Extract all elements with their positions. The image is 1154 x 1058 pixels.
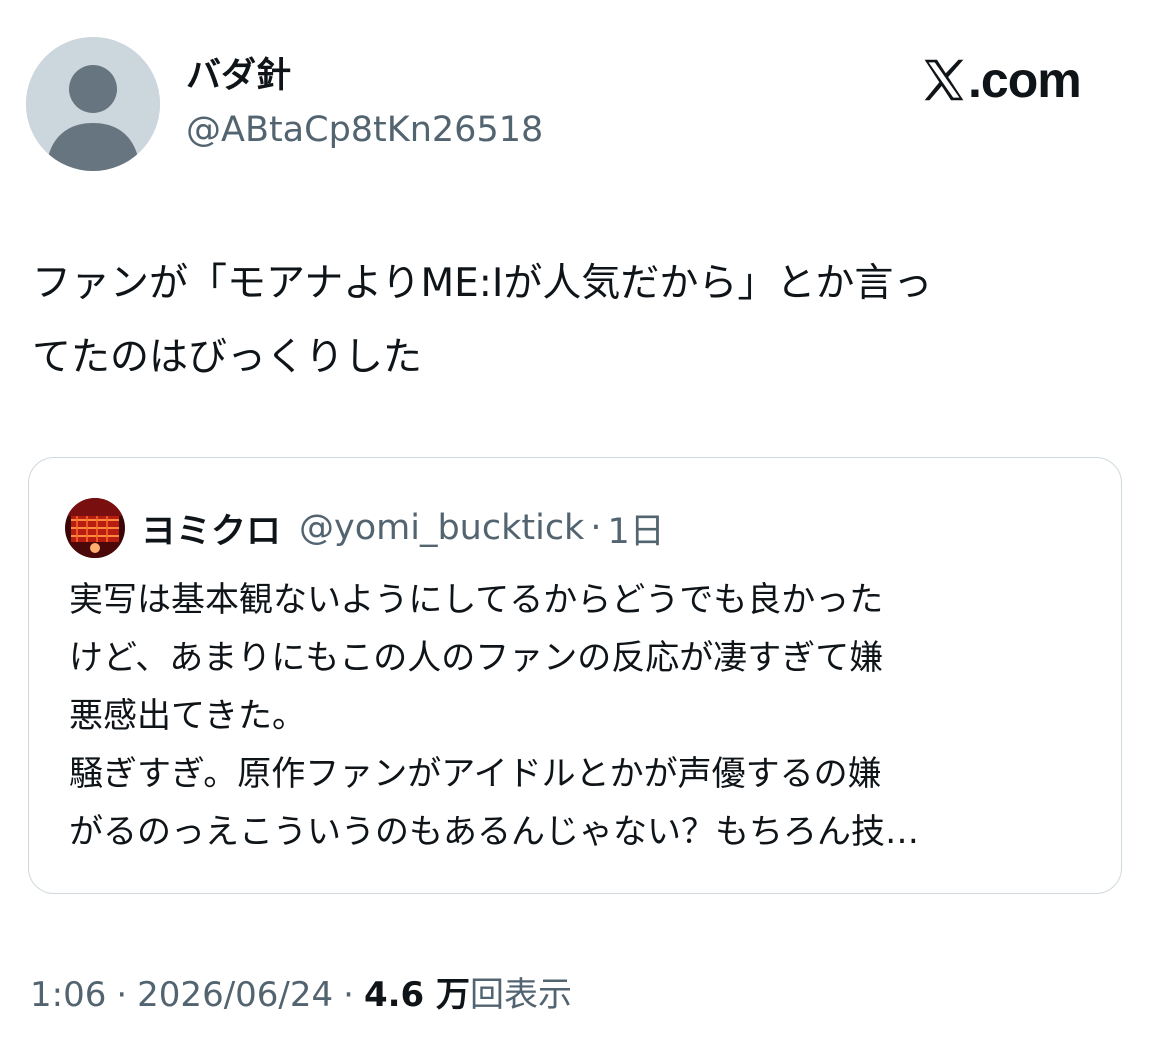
brand-watermark: .com [922,52,1122,108]
tweet-date[interactable]: 2026/06/24 [137,975,333,1015]
quoted-text: 実写は基本観ないようにしてるからどうでも良かった けど、あまりにもこの人のファン… [69,580,919,852]
views-label: 回表示 [470,975,573,1015]
author-avatar[interactable] [26,37,160,171]
quoted-avatar-image [65,498,125,558]
quoted-tweet[interactable]: ヨミクロ @yomi_bucktick · 1日 実写は基本観ないようにしてるか… [28,457,1122,894]
default-profile-icon [26,37,160,171]
quoted-header: ヨミクロ @yomi_bucktick · 1日 [141,502,665,554]
quoted-timestamp[interactable]: 1日 [607,503,664,554]
x-logo-icon [924,59,964,101]
meta-separator: · [343,975,354,1015]
meta-separator: · [116,975,128,1015]
views-count: 4.6 万 [363,975,471,1015]
tweet-meta: 1:06 · 2026/06/24 · 4.6 万回表示 [30,970,572,1020]
author-handle[interactable]: @ABtaCp8tKn26518 [186,106,543,154]
tweet-time[interactable]: 1:06 [30,975,106,1015]
quoted-handle[interactable]: @yomi_bucktick [299,508,584,548]
brand-text: .com [968,52,1082,108]
quoted-display-name[interactable]: ヨミクロ [141,503,281,554]
tweet-text: ファンが「モアナよりME:Iが人気だから」とか言っ てたのはびっくりした [32,261,933,380]
author-display-name[interactable]: バダ針 [186,52,291,100]
quoted-separator: · [590,508,602,548]
quoted-author-avatar[interactable] [65,498,125,558]
tweet-card: バダ針 @ABtaCp8tKn26518 .com ファンが「モアナよりME:I… [0,0,1154,1058]
